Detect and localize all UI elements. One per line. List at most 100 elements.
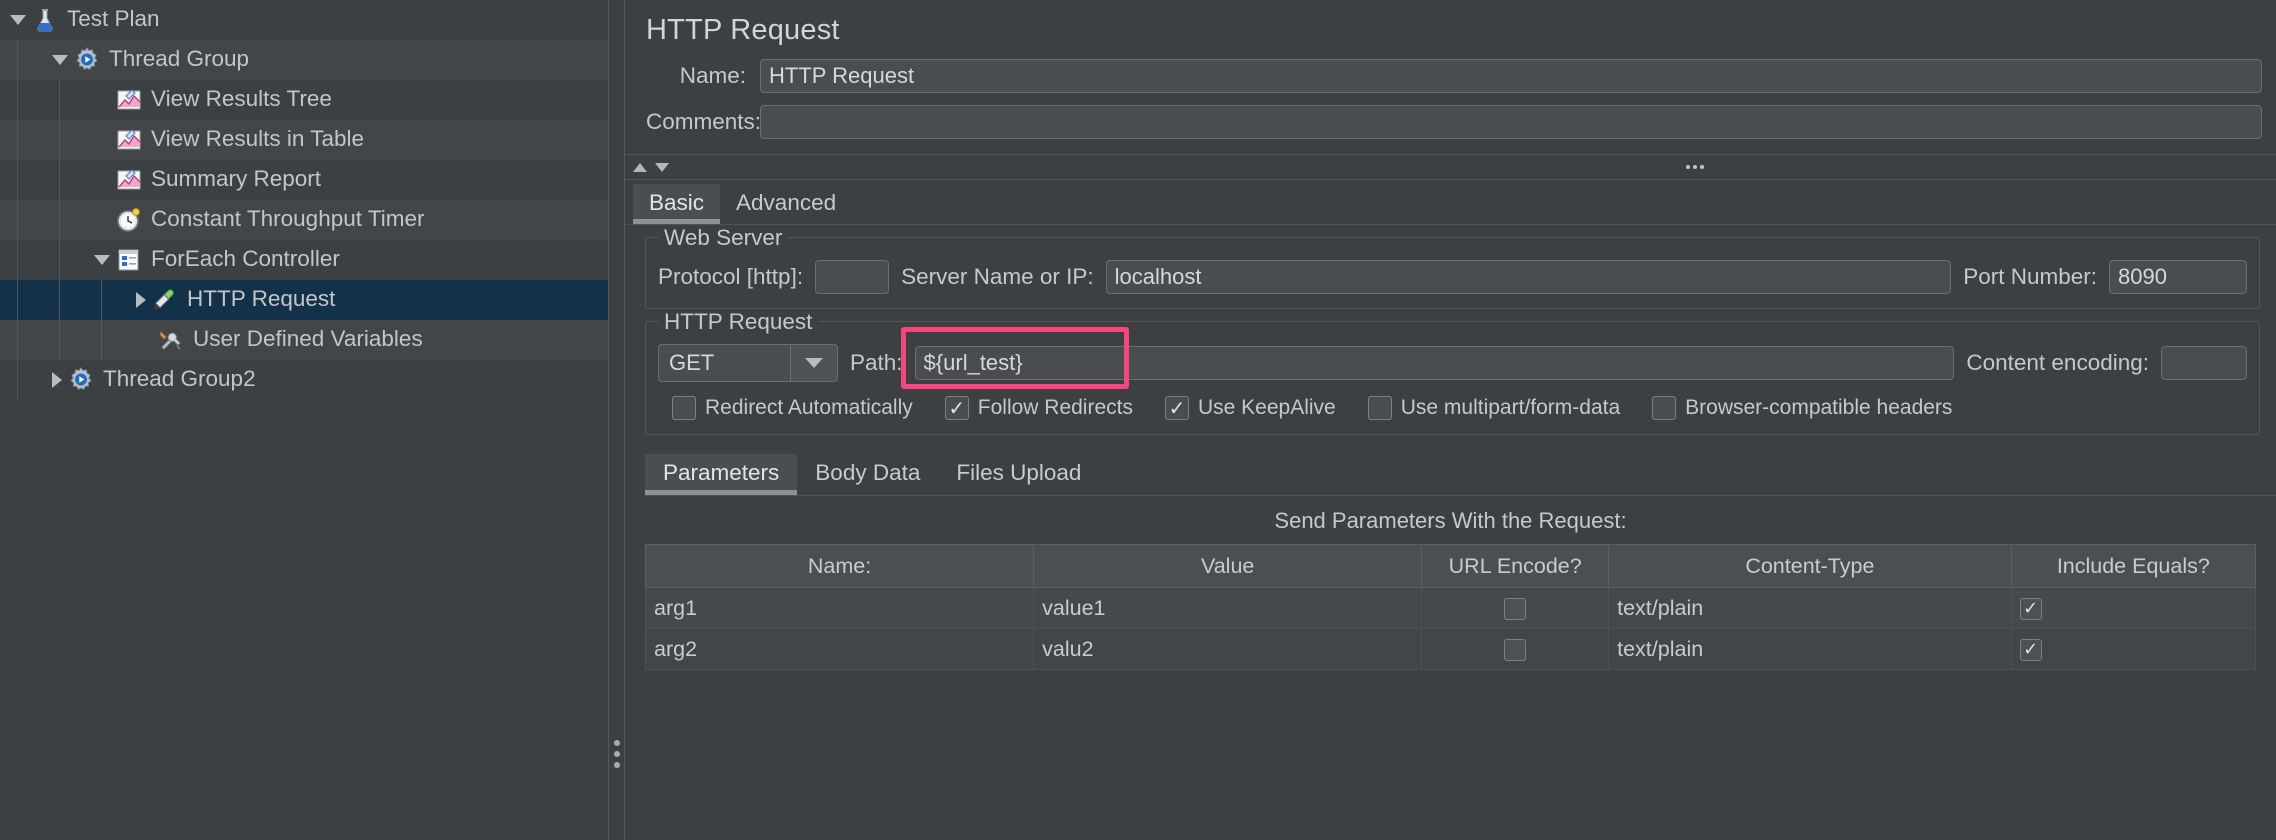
splitter-grip-icon[interactable] xyxy=(613,735,620,773)
method-value: GET xyxy=(669,350,715,375)
comments-label: Comments: xyxy=(646,109,762,134)
panel-splitter[interactable] xyxy=(609,0,625,840)
name-input[interactable] xyxy=(760,59,2262,93)
tab-scroll-controls xyxy=(625,154,2276,180)
tree-item-http-request[interactable]: HTTP Request xyxy=(0,280,608,320)
checkbox-icon[interactable] xyxy=(1652,396,1677,420)
web-server-group-title: Web Server xyxy=(658,225,789,251)
protocol-input[interactable] xyxy=(815,260,890,294)
column-header[interactable]: Name: xyxy=(644,544,1035,588)
more-options-icon[interactable] xyxy=(1686,165,1704,169)
server-input[interactable] xyxy=(1105,260,1952,294)
table-row[interactable]: arg2 valu2 text/plain xyxy=(644,628,2257,670)
expand-arrow-down-icon[interactable] xyxy=(10,15,26,25)
tree-item-view-results-tree[interactable]: View Results Tree xyxy=(0,80,608,120)
tree-item-thread-group[interactable]: Thread Group xyxy=(0,40,608,80)
tree-item-summary-report[interactable]: Summary Report xyxy=(0,160,608,200)
column-header[interactable]: Value xyxy=(1033,544,1423,588)
checkbox-icon[interactable] xyxy=(1164,396,1189,420)
chevron-down-icon[interactable] xyxy=(790,345,837,381)
tree-item-label: Summary Report xyxy=(151,166,322,191)
cell-url-encode[interactable] xyxy=(1421,628,1610,670)
tree-indent-guide xyxy=(101,320,102,360)
option-use-keepalive[interactable]: Use KeepAlive xyxy=(1164,396,1336,420)
checkbox-icon[interactable] xyxy=(1504,597,1527,620)
tree-item-view-results-in-table[interactable]: View Results in Table xyxy=(0,120,608,160)
test-plan-tree[interactable]: Test Plan Thread Group View Results Tree Vi… xyxy=(0,0,609,840)
cell-content-type[interactable]: text/plain xyxy=(1608,628,2012,670)
subtab-body-data[interactable]: Body Data xyxy=(797,454,938,495)
path-label: Path: xyxy=(850,350,903,375)
port-input[interactable] xyxy=(2109,260,2247,294)
tree-indent-guide xyxy=(59,320,60,360)
expand-arrow-down-icon[interactable] xyxy=(52,55,68,65)
tab-basic[interactable]: Basic xyxy=(633,184,721,224)
option-redirect-automatically[interactable]: Redirect Automatically xyxy=(672,396,913,420)
params-tab-bar[interactable]: Parameters Body Data Files Upload xyxy=(645,451,2276,496)
tree-item-test-plan[interactable]: Test Plan xyxy=(0,0,608,40)
checkbox-icon[interactable] xyxy=(2019,638,2042,661)
protocol-label: Protocol [http]: xyxy=(658,264,804,289)
tree-indent-guide xyxy=(59,240,60,280)
checkbox-icon[interactable] xyxy=(2019,597,2042,620)
subtab-files-upload[interactable]: Files Upload xyxy=(938,454,1099,495)
column-header[interactable]: Content-Type xyxy=(1608,544,2012,588)
request-options-row[interactable]: Redirect Automatically Follow Redirects Us… xyxy=(658,396,2247,420)
scroll-down-icon[interactable] xyxy=(655,162,669,172)
tree-item-constant-throughput-timer[interactable]: Constant Throughput Timer xyxy=(0,200,608,240)
gear-play-icon xyxy=(74,47,100,73)
option-use-multipart-form-data[interactable]: Use multipart/form-data xyxy=(1367,396,1621,420)
tree-item-foreach-controller[interactable]: ForEach Controller xyxy=(0,240,608,280)
table-row[interactable]: arg1 value1 text/plain xyxy=(644,587,2257,629)
expand-arrow-right-icon[interactable] xyxy=(136,292,146,308)
chart-icon xyxy=(116,87,142,113)
tab-advanced[interactable]: Advanced xyxy=(720,184,852,224)
cell-value[interactable]: value1 xyxy=(1033,587,1423,629)
tree-item-thread-group2[interactable]: Thread Group2 xyxy=(0,360,608,400)
checkbox-icon[interactable] xyxy=(1367,396,1392,420)
name-row: Name: xyxy=(625,59,2276,93)
tree-item-user-defined-variables[interactable]: User Defined Variables xyxy=(0,320,608,360)
cell-include-equals[interactable] xyxy=(2010,628,2257,670)
content-encoding-input[interactable] xyxy=(2161,346,2247,380)
cell-url-encode[interactable] xyxy=(1421,587,1610,629)
tree-item-label: User Defined Variables xyxy=(193,326,423,351)
tree-item-label: ForEach Controller xyxy=(151,246,340,271)
params-caption: Send Parameters With the Request: xyxy=(1274,508,1627,533)
comments-input[interactable] xyxy=(760,105,2262,139)
parameters-table[interactable]: Name: Value URL Encode? Content-Type Include… xyxy=(644,544,2257,670)
option-follow-redirects[interactable]: Follow Redirects xyxy=(944,396,1133,420)
web-server-group: Web Server Protocol [http]: Server Name … xyxy=(645,225,2260,309)
cell-name[interactable]: arg1 xyxy=(644,587,1035,629)
expand-arrow-right-icon[interactable] xyxy=(52,372,62,388)
main-tab-bar[interactable]: Basic Advanced xyxy=(625,180,2276,225)
tab-arrows[interactable] xyxy=(633,162,669,172)
option-label: Use multipart/form-data xyxy=(1400,396,1621,419)
tree-indent-guide xyxy=(17,200,18,240)
path-input[interactable] xyxy=(914,346,1955,380)
cell-value[interactable]: valu2 xyxy=(1033,628,1423,670)
port-label: Port Number: xyxy=(1963,264,2097,289)
http-request-group: HTTP Request GET Path: Content encoding:… xyxy=(645,309,2260,435)
tree-item-label: Thread Group xyxy=(109,46,250,71)
chart-icon xyxy=(116,127,142,153)
method-select[interactable]: GET xyxy=(658,344,838,382)
column-header[interactable]: Include Equals? xyxy=(2010,544,2257,588)
column-header[interactable]: URL Encode? xyxy=(1421,544,1610,588)
comments-row: Comments: xyxy=(625,105,2276,139)
option-browser-compatible-headers[interactable]: Browser-compatible headers xyxy=(1652,396,1952,420)
checkbox-icon[interactable] xyxy=(944,396,969,420)
cell-include-equals[interactable] xyxy=(2010,587,2257,629)
tree-indent-guide xyxy=(17,280,18,320)
scroll-up-icon[interactable] xyxy=(633,162,647,172)
expand-arrow-down-icon[interactable] xyxy=(94,255,110,265)
cell-name[interactable]: arg2 xyxy=(644,628,1035,670)
subtab-parameters[interactable]: Parameters xyxy=(645,454,798,495)
http-request-editor: HTTP Request Name: Comments: BasicAdvanc… xyxy=(625,0,2276,840)
http-request-group-title: HTTP Request xyxy=(658,309,819,335)
checkbox-icon[interactable] xyxy=(1504,638,1527,661)
checkbox-icon[interactable] xyxy=(672,396,696,420)
cell-content-type[interactable]: text/plain xyxy=(1608,587,2012,629)
